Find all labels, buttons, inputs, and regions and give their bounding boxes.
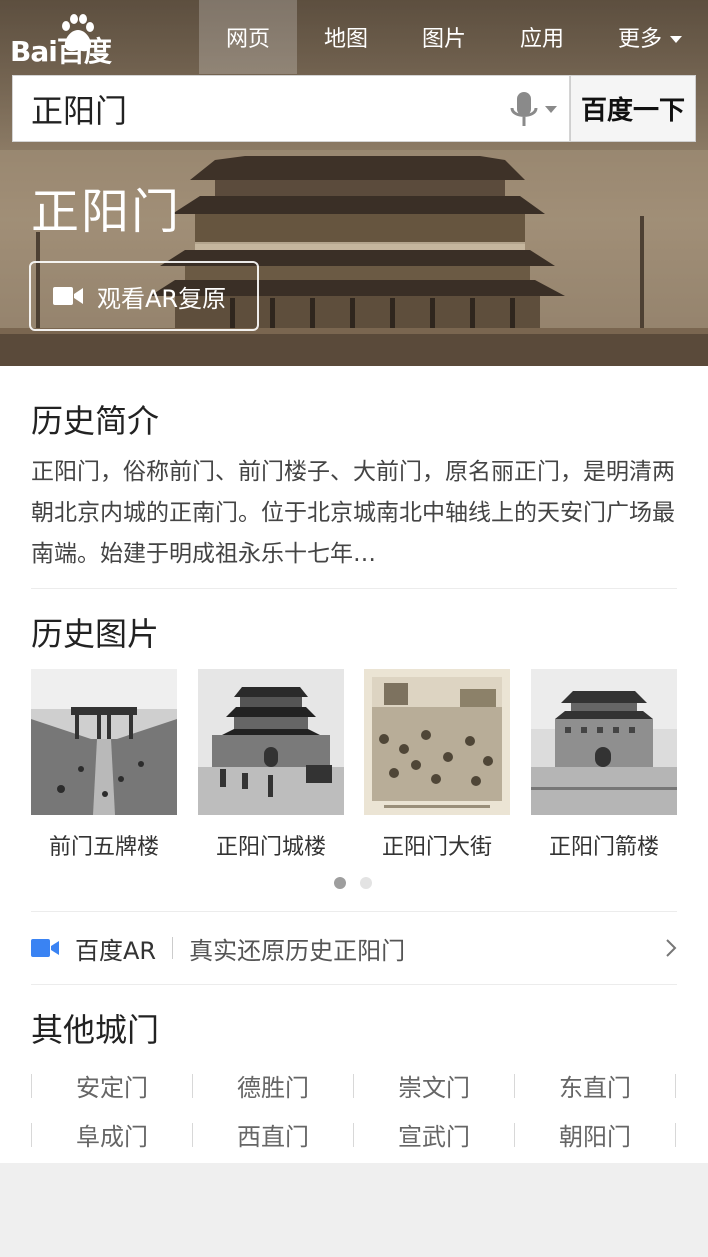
- gate-row: 阜成门 西直门 宣武门 朝阳门: [31, 1110, 679, 1159]
- search-input[interactable]: [31, 76, 481, 141]
- photo-item[interactable]: 正阳门大街: [364, 669, 510, 861]
- gate-link[interactable]: 崇文门: [353, 1073, 514, 1102]
- gate-link[interactable]: 东直门: [514, 1073, 675, 1102]
- nav-tab-apps[interactable]: 应用: [493, 0, 591, 74]
- history-text[interactable]: 正阳门，俗称前门、前门楼子、大前门，原名丽正门，是明清两朝北京内城的正南门。位于…: [31, 452, 677, 575]
- video-camera-icon: [53, 287, 83, 305]
- photo-item[interactable]: 前门五牌楼: [31, 669, 177, 861]
- nav-tab-map[interactable]: 地图: [297, 0, 395, 74]
- photo-item[interactable]: 正阳门城楼: [198, 669, 344, 861]
- divider: [31, 588, 677, 589]
- gate-link[interactable]: 德胜门: [192, 1073, 353, 1102]
- photo-thumbnail: [198, 669, 344, 815]
- video-camera-icon: [31, 939, 59, 957]
- photo-item[interactable]: 正阳门箭楼: [531, 669, 677, 861]
- gate-link[interactable]: 朝阳门: [514, 1122, 675, 1151]
- page-dot-active[interactable]: [334, 877, 346, 889]
- photo-carousel[interactable]: 前门五牌楼 正阳门城楼 正阳门大街 正阳门箭楼: [31, 669, 677, 861]
- other-gates-title: 其他城门: [31, 1011, 160, 1049]
- photo-thumbnail: [364, 669, 510, 815]
- separator: [675, 1073, 676, 1098]
- nav-tab-web[interactable]: 网页: [199, 0, 297, 74]
- photo-caption: 正阳门城楼: [215, 835, 326, 860]
- microphone-icon[interactable]: [501, 90, 561, 130]
- gate-link[interactable]: 西直门: [192, 1122, 353, 1151]
- nav-tab-more[interactable]: 更多: [591, 0, 708, 74]
- other-gates-grid: 安定门 德胜门 崇文门 东直门 阜成门 西直门 宣武门 朝阳门: [31, 1061, 679, 1159]
- baidu-logo[interactable]: Bai百度: [10, 14, 140, 68]
- photo-caption: 正阳门箭楼: [548, 835, 659, 860]
- photo-caption: 正阳门大街: [381, 835, 492, 860]
- separator: [675, 1122, 676, 1147]
- gate-link[interactable]: 宣武门: [353, 1122, 514, 1151]
- gate-link[interactable]: 安定门: [31, 1073, 192, 1102]
- watch-ar-label: 观看AR复原: [97, 284, 227, 313]
- ar-promo-text: 真实还原历史正阳门: [189, 936, 406, 965]
- top-nav: 网页 地图 图片 应用 更多: [199, 0, 708, 74]
- search-button[interactable]: 百度一下: [570, 75, 696, 142]
- history-title: 历史简介: [31, 402, 160, 440]
- ar-brand-label: 百度AR: [75, 936, 157, 965]
- gate-link[interactable]: 阜成门: [31, 1122, 192, 1151]
- chevron-right-icon: [666, 939, 677, 957]
- photo-caption: 前门五牌楼: [48, 835, 159, 860]
- page-dot[interactable]: [360, 877, 372, 889]
- watch-ar-button[interactable]: 观看AR复原: [29, 261, 259, 331]
- carousel-pagination: [334, 877, 386, 889]
- separator: [172, 937, 174, 959]
- paw-icon: [62, 14, 94, 52]
- ar-promo-row[interactable]: 百度AR 真实还原历史正阳门: [31, 912, 677, 984]
- nav-tab-images[interactable]: 图片: [395, 0, 493, 74]
- photo-thumbnail: [531, 669, 677, 815]
- search-box: [12, 75, 570, 142]
- divider: [31, 984, 677, 985]
- photos-title: 历史图片: [31, 615, 160, 653]
- hero-title: 正阳门: [31, 184, 182, 240]
- hero-banner: Bai百度 网页 地图 图片 应用 更多 百度一下 正阳门 观看AR复原: [0, 0, 708, 366]
- gate-row: 安定门 德胜门 崇文门 东直门: [31, 1061, 679, 1110]
- caret-down-icon: [670, 35, 682, 43]
- photo-thumbnail: [31, 669, 177, 815]
